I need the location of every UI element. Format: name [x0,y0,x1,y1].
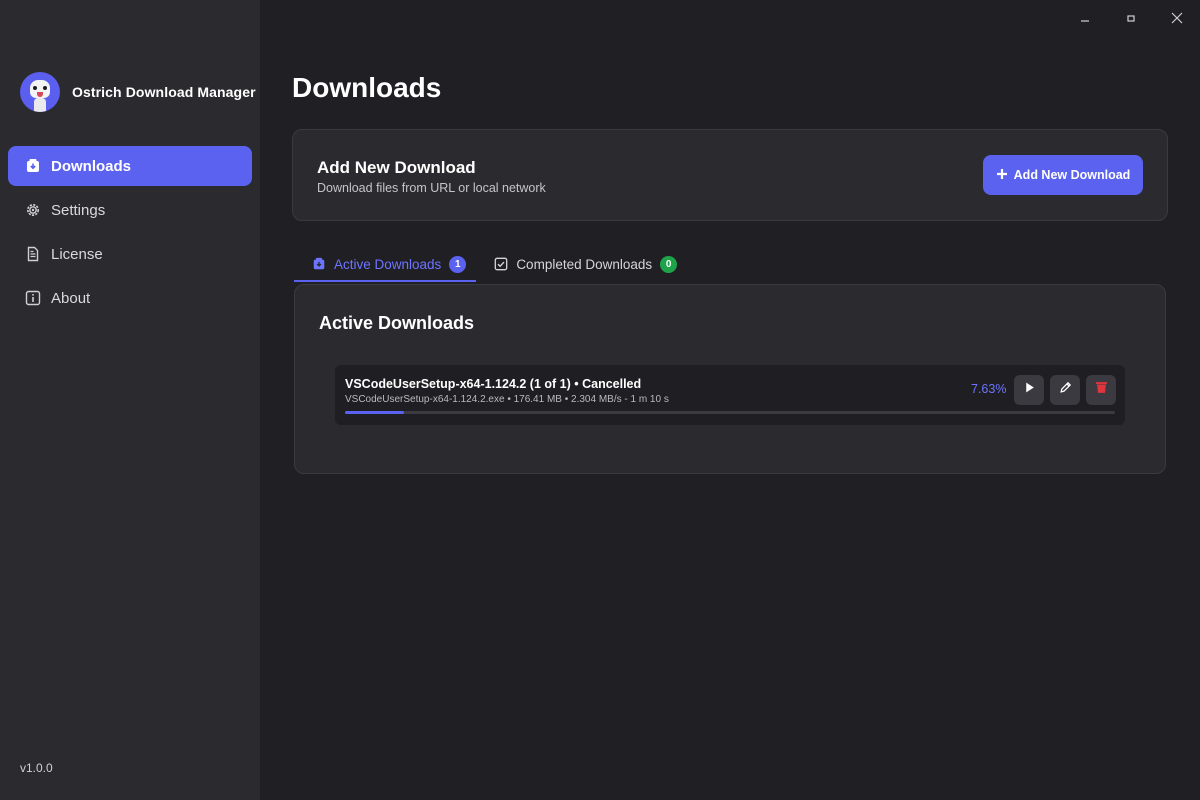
panel-title: Active Downloads [319,313,475,333]
delete-button[interactable] [1086,375,1116,405]
download-percent: 7.63% [971,382,1007,396]
maximize-button[interactable] [1108,0,1154,40]
sidebar-nav: Downloads Settings License About [8,146,252,322]
tab-label: Active Downloads [334,256,442,272]
info-icon [25,290,41,306]
sidebar-item-label: About [51,289,91,307]
app-version: v1.0.0 [20,761,53,775]
app-window: Ostrich Download Manager Downloads Setti… [0,0,1200,800]
sidebar-item-label: Settings [51,201,106,219]
sidebar: Ostrich Download Manager Downloads Setti… [0,0,260,800]
add-card-subtitle: Download files from URL or local network [317,181,546,195]
checkbox-icon [494,257,508,271]
document-icon [25,246,41,262]
page-title: Downloads [292,72,442,103]
download-item: VSCodeUserSetup-x64-1.124.2 (1 of 1) • C… [335,365,1125,425]
download-title: VSCodeUserSetup-x64-1.124.2 (1 of 1) • C… [345,377,642,391]
tab-label: Completed Downloads [516,256,653,272]
add-new-download-button[interactable]: Add New Download [983,155,1143,195]
download-tabs: Active Downloads 1 Completed Downloads 0 [294,246,687,282]
maximize-icon [1125,11,1137,29]
sidebar-item-label: License [51,245,103,263]
close-icon [1171,11,1183,29]
sidebar-item-label: Downloads [51,157,132,175]
play-icon [1023,381,1036,399]
sidebar-item-settings[interactable]: Settings [8,190,252,230]
download-box-icon [25,158,41,174]
close-button[interactable] [1154,0,1200,40]
brand: Ostrich Download Manager [20,72,256,112]
add-card-title: Add New Download [317,158,476,177]
sidebar-item-about[interactable]: About [8,278,252,318]
gear-icon [25,202,41,218]
progress-bar [345,411,1115,414]
add-download-card: Add New Download Download files from URL… [292,129,1168,221]
minimize-icon [1079,11,1091,29]
minimize-button[interactable] [1062,0,1108,40]
edit-button[interactable] [1050,375,1080,405]
count-badge: 0 [660,255,678,273]
active-downloads-panel: Active Downloads VSCodeUserSetup-x64-1.1… [294,284,1166,474]
pencil-icon [1059,381,1072,399]
download-box-icon [312,257,326,271]
window-controls [1062,0,1200,40]
app-name: Ostrich Download Manager [72,84,256,100]
sidebar-item-downloads[interactable]: Downloads [8,146,252,186]
main-content: Downloads Add New Download Download file… [260,40,1200,800]
tab-active-downloads[interactable]: Active Downloads 1 [294,246,477,282]
sidebar-item-license[interactable]: License [8,234,252,274]
download-details: VSCodeUserSetup-x64-1.124.2.exe • 176.41… [345,394,669,405]
count-badge: 1 [449,255,467,273]
plus-icon [996,168,1008,183]
add-button-label: Add New Download [1013,168,1131,182]
resume-button[interactable] [1014,375,1044,405]
ostrich-logo-icon [20,72,60,112]
tab-completed-downloads[interactable]: Completed Downloads 0 [476,246,687,282]
trash-icon [1095,381,1108,399]
progress-fill [345,411,404,414]
